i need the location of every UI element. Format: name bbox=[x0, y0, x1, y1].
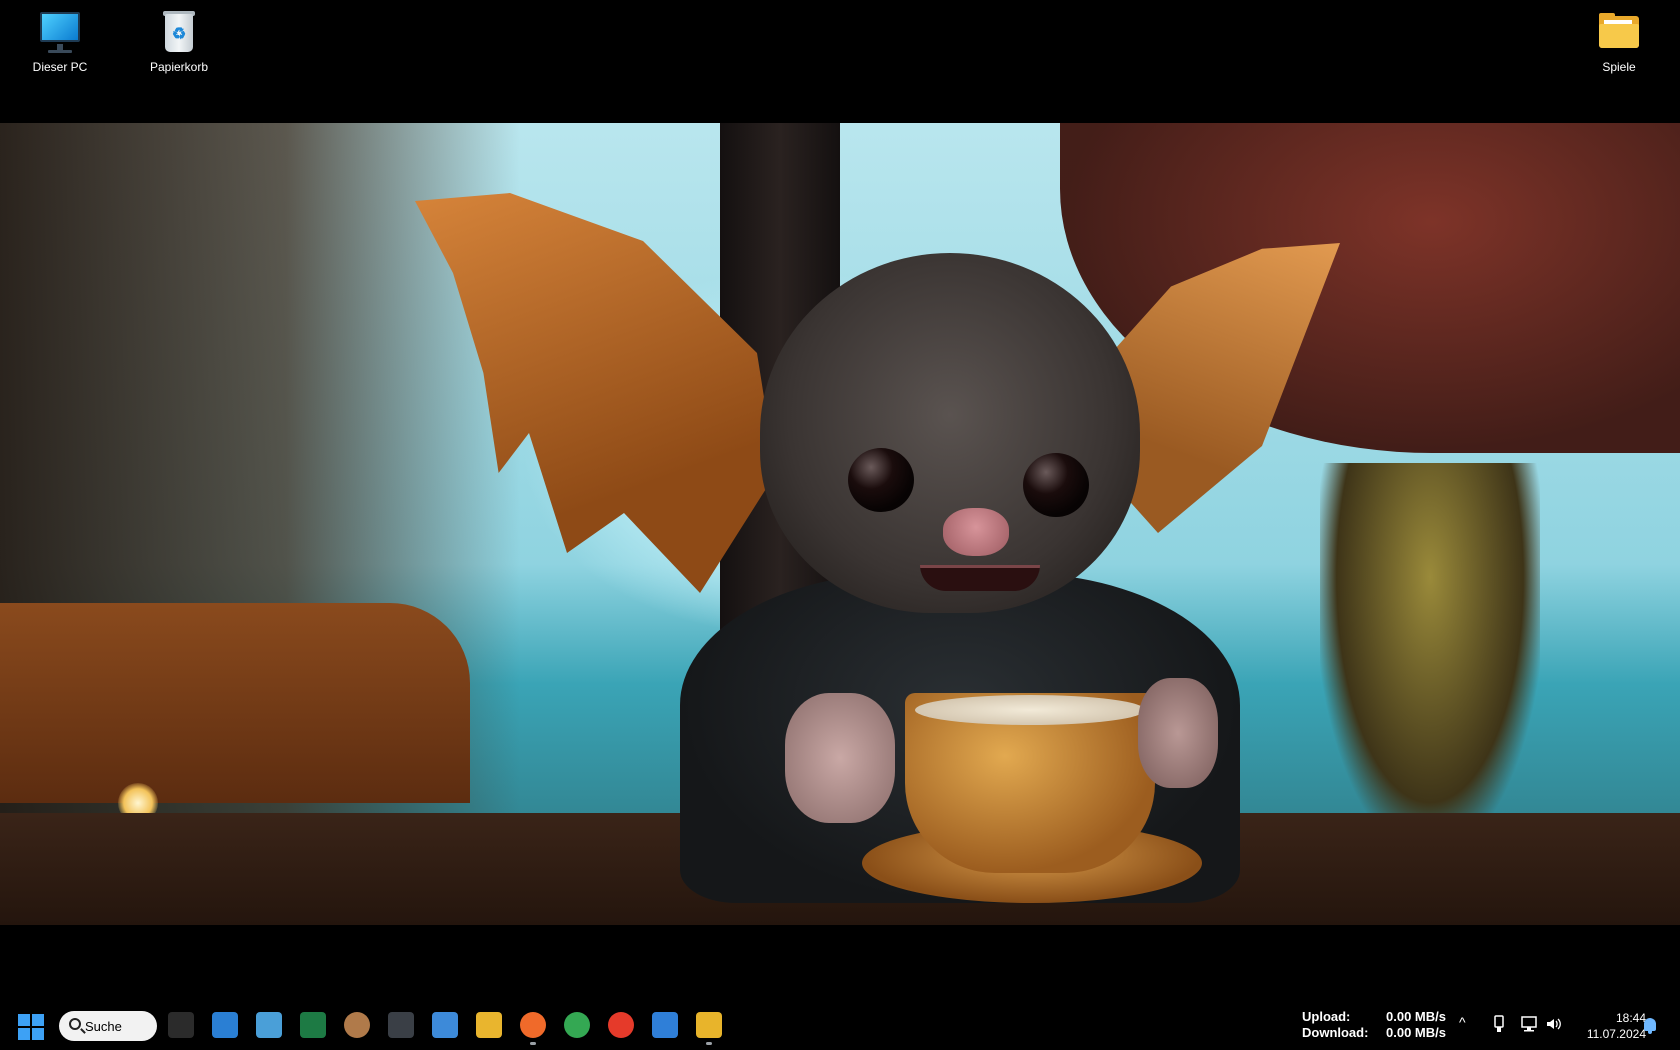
terminal-icon[interactable] bbox=[168, 1012, 194, 1038]
search-label: Suche bbox=[85, 1018, 122, 1034]
start-button[interactable] bbox=[18, 1014, 44, 1040]
notification-bell-icon[interactable] bbox=[1644, 1018, 1656, 1034]
excel-icon[interactable] bbox=[300, 1012, 326, 1038]
upload-value: 0.00 MB/s bbox=[1386, 1009, 1446, 1024]
windows-logo-icon-part bbox=[18, 1028, 30, 1040]
recycle-bin-icon: ♻ bbox=[155, 8, 203, 56]
folder-icon[interactable] bbox=[476, 1012, 502, 1038]
bat-mouth bbox=[920, 565, 1040, 591]
window-app-icon[interactable] bbox=[652, 1012, 678, 1038]
upload-label: Upload: bbox=[1302, 1009, 1351, 1024]
show-hidden-icons-chevron-icon[interactable]: ^ bbox=[1459, 1014, 1466, 1030]
keyboard-icon[interactable] bbox=[388, 1012, 414, 1038]
bat-left-paw bbox=[785, 693, 895, 823]
firefox-icon[interactable] bbox=[520, 1012, 546, 1045]
volume-icon[interactable] bbox=[1545, 1015, 1563, 1033]
media-player-icon[interactable] bbox=[608, 1012, 634, 1038]
bat-nose bbox=[943, 508, 1009, 556]
taskbar-clock[interactable]: 18:44 11.07.2024 bbox=[1568, 1010, 1646, 1042]
desktop-icon-recycle-bin[interactable]: ♻ Papierkorb bbox=[129, 0, 229, 74]
desktop-icon-label: Dieser PC bbox=[32, 60, 88, 74]
network-speed-monitor: Upload: 0.00 MB/s Download: 0.00 MB/s bbox=[1302, 1009, 1446, 1041]
desktop-wallpaper bbox=[0, 123, 1680, 925]
taskbar: Suche Upload: 0.00 MB/s Download: 0.00 M… bbox=[0, 1002, 1680, 1050]
windows-logo-icon-part bbox=[32, 1014, 44, 1026]
desktop-icon-label: Papierkorb bbox=[149, 60, 209, 74]
image-viewer-icon[interactable] bbox=[256, 1012, 282, 1038]
taskbar-search-box[interactable]: Suche bbox=[59, 1011, 157, 1041]
coffee-foam bbox=[915, 695, 1145, 725]
remote-desktop-icon[interactable] bbox=[212, 1012, 238, 1038]
windows-logo-icon-part bbox=[32, 1028, 44, 1040]
bat-head bbox=[760, 253, 1140, 613]
id-card-icon[interactable] bbox=[432, 1012, 458, 1038]
desktop-icon-this-pc[interactable]: Dieser PC bbox=[10, 0, 110, 74]
bat-right-eye bbox=[1023, 453, 1089, 517]
file-explorer-icon[interactable] bbox=[696, 1012, 722, 1045]
folder-icon bbox=[1595, 8, 1643, 56]
bat-right-paw bbox=[1138, 678, 1218, 788]
download-label: Download: bbox=[1302, 1025, 1369, 1040]
wallpaper-ship-hull bbox=[0, 603, 470, 803]
windows-logo-icon bbox=[18, 1014, 30, 1026]
desktop-icon-games-folder[interactable]: Spiele bbox=[1569, 0, 1669, 74]
search-icon bbox=[69, 1018, 81, 1030]
clock-date: 11.07.2024 bbox=[1586, 1027, 1646, 1041]
wallpaper-brass-ornament bbox=[1320, 463, 1540, 843]
bat-left-eye bbox=[848, 448, 914, 512]
monitor-icon bbox=[36, 8, 84, 56]
desktop-icon-label: Spiele bbox=[1602, 60, 1636, 74]
clock-time: 18:44 bbox=[1615, 1011, 1646, 1025]
download-value: 0.00 MB/s bbox=[1386, 1025, 1446, 1040]
app-avatar-icon[interactable] bbox=[344, 1012, 370, 1038]
network-icon[interactable] bbox=[1521, 1015, 1539, 1033]
usb-device-icon[interactable] bbox=[1492, 1014, 1506, 1034]
chrome-icon[interactable] bbox=[564, 1012, 590, 1038]
